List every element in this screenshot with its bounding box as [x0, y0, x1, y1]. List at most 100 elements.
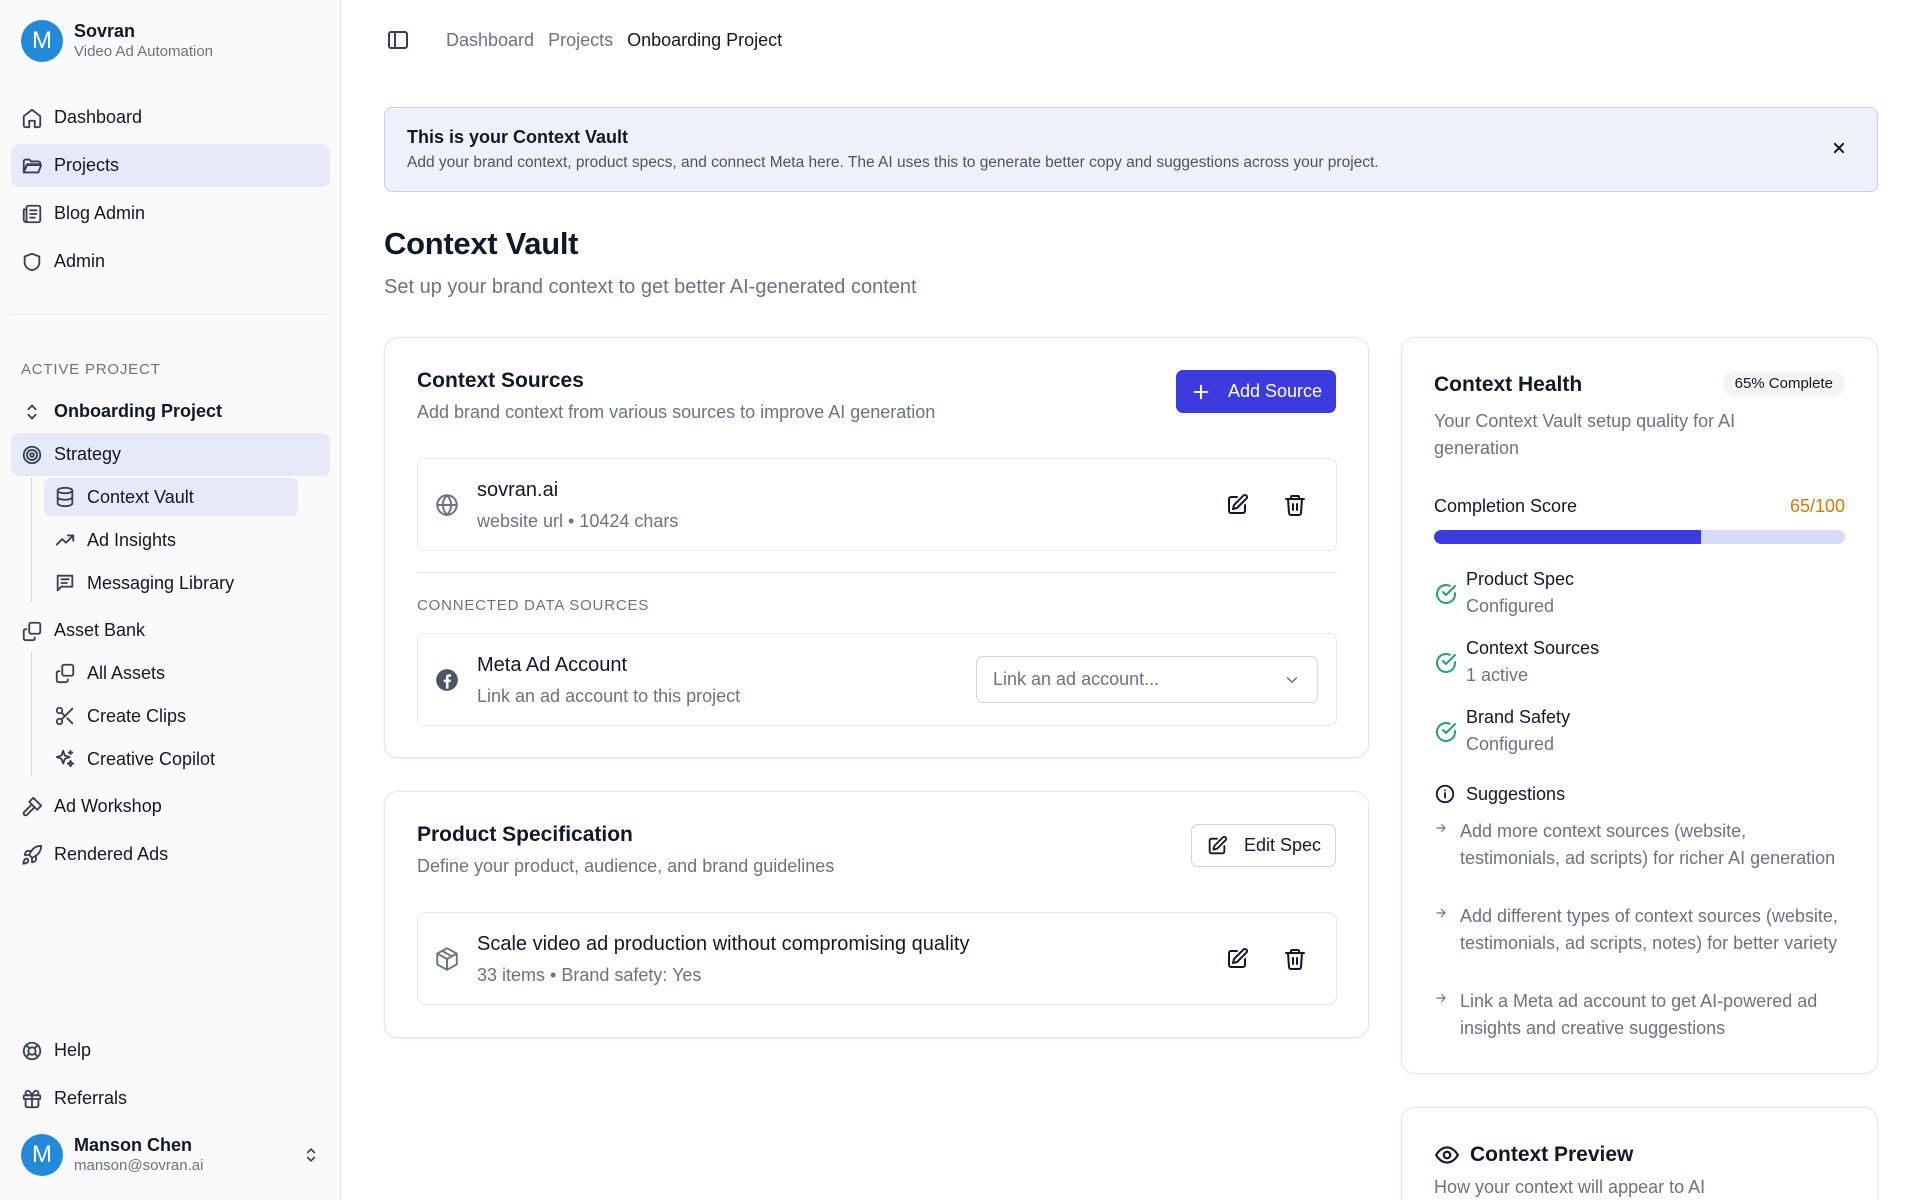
nav-projects-label: Projects: [54, 155, 120, 175]
check-circle-icon: [1434, 720, 1458, 744]
context-sources-title: Context Sources: [417, 369, 584, 392]
edit-icon[interactable]: [1225, 947, 1249, 971]
plus-icon: [1190, 381, 1212, 403]
breadcrumb-dashboard[interactable]: Dashboard: [446, 30, 534, 51]
hammer-icon: [21, 796, 43, 818]
tree-line: [31, 478, 32, 602]
trash-icon[interactable]: [1283, 947, 1307, 971]
connected-sources-label: CONNECTED DATA SOURCES: [417, 597, 650, 614]
arrow-right-icon: [1434, 991, 1450, 1042]
product-spec-subtitle: Define your product, audience, and brand…: [417, 856, 835, 876]
ad-account-select[interactable]: Link an ad account...: [976, 656, 1318, 703]
nav-create-clips-label: Create Clips: [87, 705, 187, 726]
target-icon: [21, 444, 43, 466]
nav-creative-copilot-label: Creative Copilot: [87, 748, 216, 769]
nav-ad-workshop[interactable]: Ad Workshop: [11, 785, 330, 828]
chevrons-up-down-icon: [21, 401, 43, 423]
nav-projects[interactable]: Projects: [11, 144, 330, 187]
product-spec-card: Product Specification Define your produc…: [384, 791, 1369, 1038]
nav-admin[interactable]: Admin: [11, 240, 330, 283]
nav-context-vault-label: Context Vault: [87, 486, 194, 507]
check-context-sources-status: 1 active: [1466, 665, 1529, 685]
nav-help[interactable]: Help: [11, 1029, 330, 1072]
nav-create-clips[interactable]: Create Clips: [44, 697, 298, 735]
chevron-down-icon: [1283, 671, 1301, 689]
completion-progress-bar: [1434, 530, 1845, 544]
project-name: Onboarding Project: [54, 401, 223, 421]
brand-avatar: M: [21, 20, 63, 62]
nav-admin-label: Admin: [54, 251, 106, 271]
nav-creative-copilot[interactable]: Creative Copilot: [44, 740, 298, 778]
breadcrumb-projects[interactable]: Projects: [548, 30, 613, 51]
arrow-right-icon: [1434, 906, 1450, 957]
nav-messaging-library-label: Messaging Library: [87, 572, 235, 593]
copy-icon: [21, 620, 43, 642]
sparkles-icon: [54, 748, 76, 770]
home-icon: [21, 107, 43, 129]
context-preview-header: Context Preview: [1434, 1142, 1633, 1168]
user-avatar: M: [21, 1134, 63, 1176]
newspaper-icon: [21, 203, 43, 225]
breadcrumb: Dashboard Projects Onboarding Project: [446, 30, 796, 51]
context-health-card: Context Health 65% Complete Your Context…: [1401, 337, 1878, 1074]
nav-messaging-library[interactable]: Messaging Library: [44, 564, 298, 602]
suggestion-item: Add different types of context sources (…: [1434, 903, 1844, 957]
database-icon: [54, 486, 76, 508]
source-meta: website url • 10424 chars: [477, 511, 679, 531]
project-switcher[interactable]: Onboarding Project: [11, 390, 330, 433]
suggestion-text: Link a Meta ad account to get AI-powered…: [1460, 991, 1818, 1038]
nav-context-vault[interactable]: Context Vault: [44, 478, 298, 516]
context-source-item: sovran.ai website url • 10424 chars: [417, 458, 1337, 551]
context-preview-subtitle: How your context will appear to AI: [1434, 1177, 1706, 1197]
nav-rendered-ads[interactable]: Rendered Ads: [11, 833, 330, 876]
brand-switcher[interactable]: M Sovran Video Ad Automation: [21, 20, 213, 62]
suggestion-item: Add more context sources (website, testi…: [1434, 818, 1844, 872]
section-divider: [417, 572, 1337, 573]
suggestions-header: Suggestions: [1434, 783, 1565, 805]
nav-asset-bank[interactable]: Asset Bank: [11, 609, 330, 652]
suggestion-text: Add different types of context sources (…: [1460, 906, 1838, 953]
copy-icon: [54, 662, 76, 684]
nav-strategy[interactable]: Strategy: [11, 433, 330, 476]
completion-progress-fill: [1434, 530, 1702, 544]
edit-spec-button[interactable]: Edit Spec: [1190, 824, 1336, 867]
top-bar: Dashboard Projects Onboarding Project: [386, 28, 796, 52]
nav-ad-insights[interactable]: Ad Insights: [44, 521, 298, 559]
nav-dashboard[interactable]: Dashboard: [11, 96, 330, 139]
check-brand-safety-title: Brand Safety: [1466, 707, 1571, 727]
banner-text: Add your brand context, product specs, a…: [407, 154, 1379, 171]
trash-icon[interactable]: [1283, 493, 1307, 517]
context-preview-card: Context Preview How your context will ap…: [1401, 1107, 1878, 1200]
ad-account-select-placeholder: Link an ad account...: [993, 669, 1160, 689]
edit-icon[interactable]: [1225, 493, 1249, 517]
rocket-icon: [21, 844, 43, 866]
sidebar-divider: [11, 314, 330, 315]
check-circle-icon: [1434, 582, 1458, 606]
breadcrumb-current: Onboarding Project: [627, 29, 783, 50]
context-health-title: Context Health: [1434, 373, 1583, 396]
user-email: manson@sovran.ai: [74, 1156, 204, 1174]
nav-ad-insights-label: Ad Insights: [87, 529, 177, 550]
active-project-label: ACTIVE PROJECT: [21, 361, 161, 378]
check-context-sources-title: Context Sources: [1466, 638, 1600, 658]
arrow-right-icon: [1434, 821, 1450, 872]
nav-referrals[interactable]: Referrals: [11, 1077, 330, 1120]
check-product-spec-title: Product Spec: [1466, 569, 1575, 589]
add-source-button[interactable]: Add Source: [1175, 370, 1336, 413]
product-spec-title: Product Specification: [417, 823, 633, 846]
nav-dashboard-label: Dashboard: [54, 107, 143, 127]
main-content: Dashboard Projects Onboarding Project Th…: [341, 0, 1920, 1200]
nav-strategy-label: Strategy: [54, 444, 122, 464]
meta-account-item: Meta Ad Account Link an ad account to th…: [417, 633, 1337, 726]
close-icon[interactable]: [1829, 138, 1849, 158]
message-square-icon: [54, 572, 76, 594]
eye-icon: [1434, 1142, 1460, 1168]
nav-blog-admin[interactable]: Blog Admin: [11, 192, 330, 235]
user-menu[interactable]: M Manson Chen manson@sovran.ai: [21, 1134, 321, 1176]
context-health-subtitle: Your Context Vault setup quality for AI …: [1434, 411, 1736, 458]
sidebar-toggle-icon[interactable]: [386, 28, 410, 52]
brand-name: Sovran: [74, 21, 136, 42]
nav-all-assets[interactable]: All Assets: [44, 654, 298, 692]
chevrons-up-down-icon: [301, 1145, 321, 1165]
nav-asset-bank-label: Asset Bank: [54, 620, 146, 640]
